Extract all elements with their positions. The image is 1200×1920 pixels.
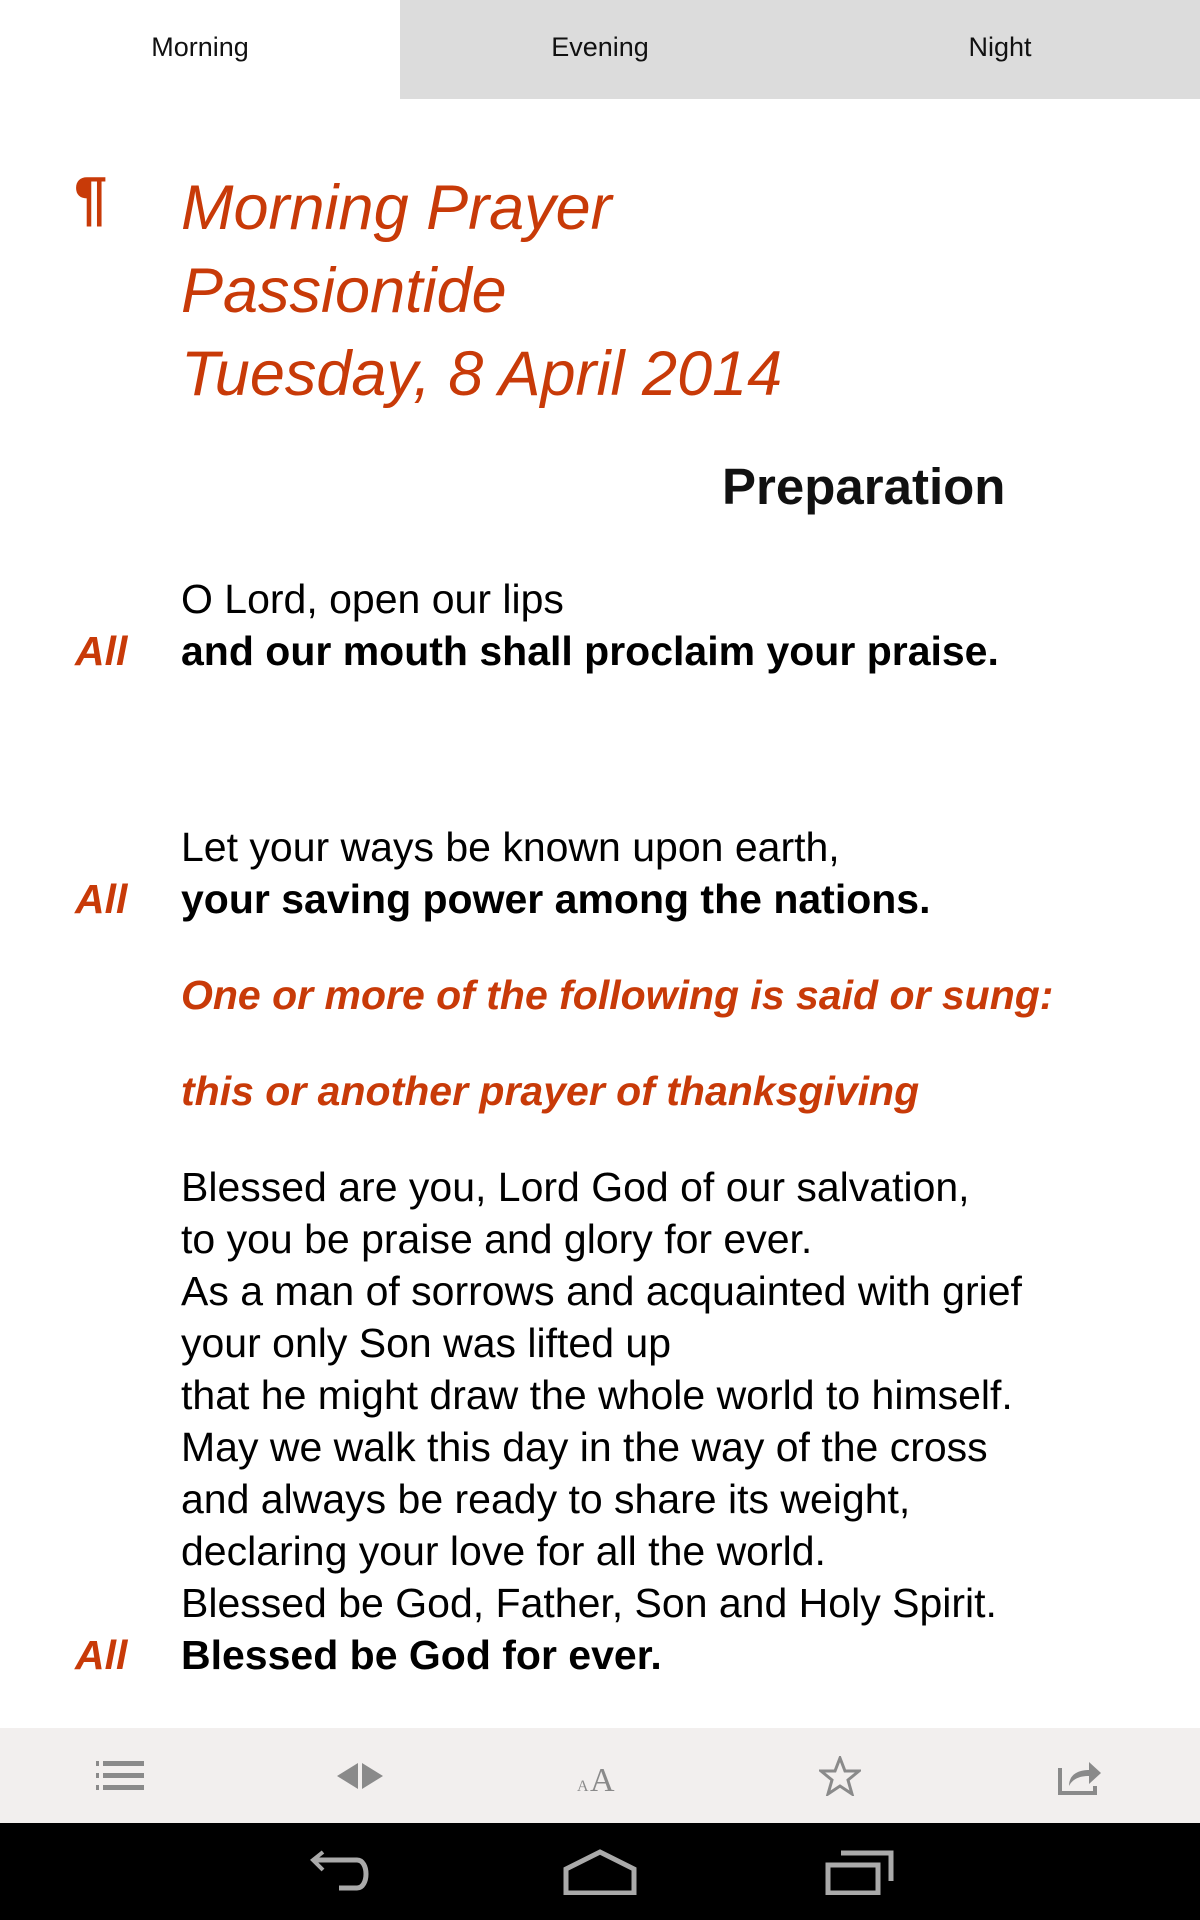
back-icon [310,1849,369,1890]
thanksgiving-response: Blessed be God for ever. [181,1632,662,1678]
thanksgiving-line: May we walk this day in the way of the c… [181,1424,988,1470]
list-icon [96,1760,144,1790]
prev-next-icon [337,1762,383,1789]
svg-text:A: A [577,1778,589,1793]
contents-button[interactable] [60,1736,180,1816]
tab-night-label: Night [968,32,1032,62]
all-label-1: All [75,628,128,674]
thanksgiving-line: As a man of sorrows and acquainted with … [181,1268,1022,1314]
recent-apps-button[interactable] [805,1832,915,1912]
all-label-3: All [75,1632,128,1678]
share-button[interactable] [1020,1736,1140,1816]
thanksgiving-line: that he might draw the whole world to hi… [181,1372,1013,1418]
rubric-thanksgiving: this or another prayer of thanksgiving [181,1068,920,1114]
response-2: your saving power among the nations. [181,876,931,922]
bottom-toolbar: A A [0,1728,1200,1823]
navigate-button[interactable] [300,1736,420,1816]
title-season: Passiontide [181,256,507,326]
tab-morning-label: Morning [151,32,249,62]
star-icon [819,1755,861,1796]
page-title: Morning Prayer Passiontide Tuesday, 8 Ap… [181,167,782,416]
tab-morning[interactable]: Morning [0,0,400,99]
title-office: Morning Prayer [181,173,612,243]
thanksgiving-line: declaring your love for all the world. [181,1528,826,1574]
thanksgiving-line: to you be praise and glory for ever. [181,1216,813,1262]
versicle-2: Let your ways be known upon earth, [181,824,840,870]
prayer-content[interactable]: ¶ Morning Prayer Passiontide Tuesday, 8 … [0,99,1200,1728]
section-heading: Preparation [722,458,1006,515]
text-size-icon: A A [577,1762,615,1793]
tab-evening-label: Evening [551,32,649,62]
svg-text:A: A [590,1762,615,1793]
home-button[interactable] [545,1832,655,1912]
tab-evening[interactable]: Evening [400,0,800,99]
thanksgiving-line: your only Son was lifted up [181,1320,671,1366]
thanksgiving-line: Blessed be God, Father, Son and Holy Spi… [181,1580,997,1626]
tab-night[interactable]: Night [800,0,1200,99]
home-icon [563,1848,637,1895]
bookmark-button[interactable] [780,1736,900,1816]
thanksgiving-line: Blessed are you, Lord God of our salvati… [181,1164,970,1210]
recent-apps-icon [825,1850,894,1895]
back-button[interactable] [285,1832,395,1912]
versicle-1: O Lord, open our lips [181,576,564,622]
share-icon [1058,1761,1101,1795]
rubric-said-or-sung: One or more of the following is said or … [181,972,1054,1018]
system-nav-bar [0,1823,1200,1920]
response-1: and our mouth shall proclaim your praise… [181,628,999,674]
text-size-button[interactable]: A A [540,1736,660,1816]
time-tabs: Morning Evening Night [0,0,1200,99]
title-date: Tuesday, 8 April 2014 [181,339,783,409]
pilcrow-icon: ¶ [74,165,108,232]
all-label-2: All [75,876,128,922]
thanksgiving-line: and always be ready to share its weight, [181,1476,911,1522]
